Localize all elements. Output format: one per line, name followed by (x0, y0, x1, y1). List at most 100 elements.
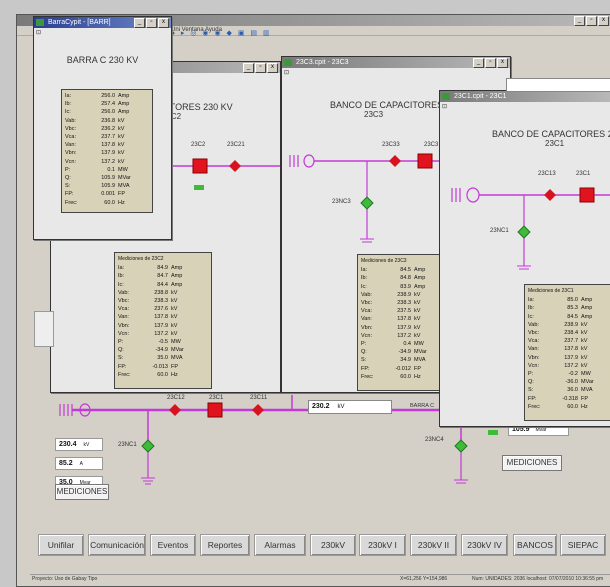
meas-value: 238.3 (154, 298, 168, 305)
meas-unit: kV (581, 330, 588, 337)
reading-kv-value: 230.4 (59, 441, 77, 448)
nav-button[interactable]: Eventos (150, 534, 196, 556)
ground-switch-23nc3-icon (360, 196, 374, 210)
breaker-23c1-win-icon (579, 187, 595, 203)
meas-row: Ia: 85.0 Amp (528, 296, 610, 304)
mediciones-button-right[interactable]: MEDICIONES (502, 455, 562, 471)
meas-label: P: (65, 166, 71, 173)
nav-button[interactable]: Reportes (200, 534, 250, 556)
meas-value: 238.9 (397, 291, 411, 298)
window-23c1: 23C1.cpit - 23C1 ⊡ BANCO DE CAPACITORES … (439, 90, 610, 427)
meas-label: Vca: (65, 134, 77, 141)
meas-value: -0.5 (158, 339, 168, 346)
meas-value: 137.9 (101, 150, 115, 157)
meas-label: Frec: (361, 373, 374, 380)
meas-unit: Amp (414, 275, 426, 282)
c2-status-icon (194, 185, 204, 190)
meas-label: S: (118, 355, 124, 362)
menu-icon[interactable]: ⊡ (36, 29, 41, 36)
meas-value: 236.2 (101, 125, 115, 132)
meas-label: Vbn: (528, 354, 540, 361)
c3-capacitor-icon (289, 155, 299, 167)
meas-label: Vbn: (118, 322, 130, 329)
nav-button[interactable]: 230kV I (359, 534, 406, 556)
nav-button[interactable]: SIEPAC (560, 534, 606, 556)
meas-row: P: -0.2 MW (528, 370, 610, 378)
meas-value: 137.8 (101, 142, 115, 149)
meas-unit: MVar (171, 347, 184, 354)
mediciones-button-left[interactable]: MEDICIONES (55, 484, 109, 500)
meas-label: Vcn: (118, 330, 130, 337)
meas-value: 137.9 (154, 322, 168, 329)
meas-row: Frec: 60.0 Hz (528, 403, 610, 411)
meas-label: Q: (118, 347, 124, 354)
meas-label: Vbc: (65, 125, 77, 132)
meas-unit: Amp (581, 313, 593, 320)
meas-unit: Hz (118, 199, 125, 206)
meas-value: 137.8 (564, 346, 578, 353)
side-collapsed-panel[interactable] (34, 311, 54, 347)
meas-unit: MVA (118, 183, 130, 190)
meas-value: 36.0 (567, 387, 578, 394)
meas-value: 35.0 (157, 355, 168, 362)
meas-label: Ib: (361, 275, 368, 282)
meas-row: Ic: 83.9 Amp (361, 283, 445, 291)
nav-button[interactable]: Comunicación (88, 534, 146, 556)
meas-row: Vbn: 137.9 kV (361, 324, 445, 332)
nav-button[interactable]: BANCOS (513, 534, 557, 556)
meas-row: Q: 105.9 MVar (65, 174, 149, 182)
nav-button[interactable]: 230kV IV (461, 534, 508, 556)
status-bar: Proyecto: Uso de Gabay Tipo X=61,256 Y=1… (30, 574, 610, 584)
nav-button[interactable]: 230kV II (410, 534, 457, 556)
meas-label: Van: (361, 316, 372, 323)
meas-label: Vbn: (361, 324, 373, 331)
meas-unit: kV (581, 338, 588, 345)
right-reading-unit: Mvar (535, 427, 547, 433)
ground-switch-23nc1-win-icon (517, 225, 531, 239)
meas-title: Mediciones de 23C3 (361, 258, 407, 264)
meas-row: Ib: 85.3 Amp (528, 304, 610, 312)
maximize-button[interactable]: ▫ (146, 18, 157, 28)
close-button[interactable]: x (158, 18, 169, 28)
meas-label: FP: (118, 363, 127, 370)
meas-row: Ic: 84.4 Amp (118, 281, 208, 289)
meas-label: Van: (528, 346, 539, 353)
meas-label: P: (528, 371, 534, 378)
switch-23c21-icon (229, 160, 241, 172)
nav-button[interactable]: Alarmas (254, 534, 306, 556)
switch-23c13-icon (544, 189, 556, 201)
meas-value: 137.2 (101, 158, 115, 165)
meas-label: Vca: (361, 308, 373, 315)
meas-unit: Amp (581, 297, 593, 304)
meas-row: Vab: 238.8 kV (118, 289, 208, 297)
meas-value: -0.012 (395, 365, 411, 372)
meas-value: 257.4 (101, 101, 115, 108)
meas-label: Van: (65, 142, 76, 149)
meas-label: Vab: (361, 291, 372, 298)
nav-button[interactable]: 230kV (310, 534, 356, 556)
bus-voltage-readout: 230.2 kV (308, 400, 392, 414)
meas-unit: kV (171, 298, 178, 305)
window-barra-c: BarraCypit - [BARR] _ ▫ x ⊡ BARRA C 230 KV … (33, 16, 172, 240)
reading-row: 85.2 A (55, 457, 103, 470)
meas-row: Vab: 236.8 kV (65, 117, 149, 125)
meas-row: FP: 0.001 FP (65, 190, 149, 198)
meas-unit: kV (581, 362, 588, 369)
meas-row: Vca: 237.7 kV (528, 337, 610, 345)
bus-voltage-value: 230.2 (312, 403, 330, 410)
meas-unit: Hz (581, 403, 588, 410)
label-23c11: 23C11 (250, 395, 268, 401)
meas-unit: kV (118, 142, 125, 149)
meas-panel-23c1: Mediciones de 23C1 Ia: 85.0 Amp Ib: 85.3 Amp I… (524, 284, 610, 421)
nav-button[interactable]: Unifilar (38, 534, 84, 556)
meas-row: Vcn: 137.2 kV (118, 330, 208, 338)
meas-label: Vab: (65, 117, 76, 124)
meas-unit: kV (581, 321, 588, 328)
meas-unit: kV (414, 300, 421, 307)
meas-row: Van: 137.8 kV (528, 345, 610, 353)
meas-row: S: 34.9 MVA (361, 356, 445, 364)
minimize-button[interactable]: _ (134, 18, 145, 28)
meas-label: Ic: (361, 283, 367, 290)
meas-value: 60.0 (567, 403, 578, 410)
meas-row: Vab: 238.9 kV (528, 321, 610, 329)
